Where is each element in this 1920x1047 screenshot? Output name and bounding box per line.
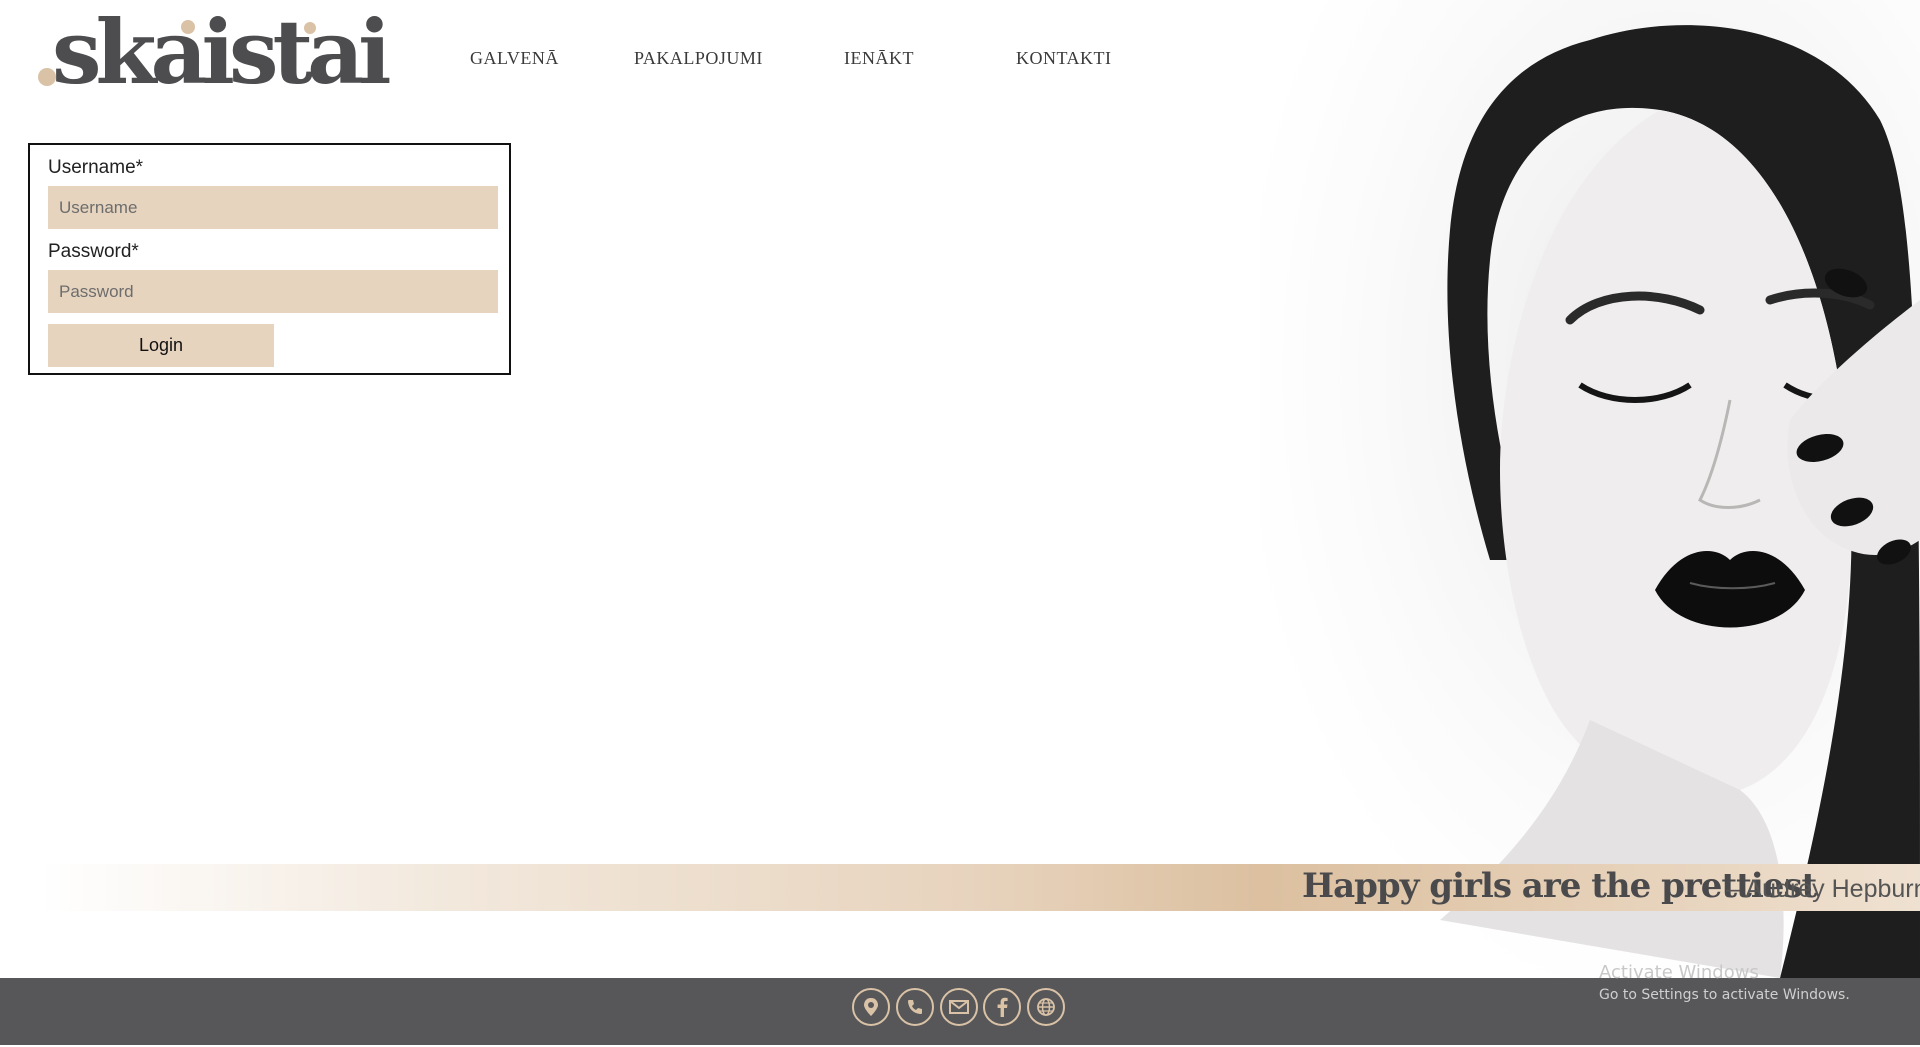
- globe-icon[interactable]: [1027, 988, 1065, 1026]
- watermark-subtitle: Go to Settings to activate Windows.: [1599, 987, 1850, 1003]
- nav-item-services[interactable]: PAKALPOJUMI: [634, 48, 763, 69]
- nav-item-login[interactable]: IENĀKT: [844, 48, 914, 69]
- login-button[interactable]: Login: [48, 324, 274, 367]
- site-logo[interactable]: skaistai: [36, 8, 392, 102]
- nav-item-contacts[interactable]: KONTAKTI: [1016, 48, 1112, 69]
- watermark-title: Activate Windows: [1599, 962, 1759, 983]
- phone-icon[interactable]: [896, 988, 934, 1026]
- location-icon[interactable]: [852, 988, 890, 1026]
- password-input[interactable]: [48, 270, 498, 313]
- login-form: Username* Password* Login: [28, 143, 511, 375]
- windows-activation-watermark: Activate Windows Go to Settings to activ…: [1599, 962, 1850, 1003]
- portrait-illustration: [1440, 25, 1920, 978]
- quote-banner: Happy girls are the prettiest – Audrey H…: [40, 864, 1920, 911]
- logo-text: skaistai: [52, 0, 392, 104]
- username-input[interactable]: [48, 186, 498, 229]
- username-label: Username*: [48, 157, 144, 178]
- hero-portrait-image: [1260, 0, 1920, 978]
- facebook-icon[interactable]: [983, 988, 1021, 1026]
- quote-author: – Audrey Hepburn: [1726, 875, 1920, 903]
- nav-item-home[interactable]: GALVENĀ: [470, 48, 559, 69]
- password-label: Password*: [48, 241, 139, 262]
- mail-icon[interactable]: [940, 988, 978, 1026]
